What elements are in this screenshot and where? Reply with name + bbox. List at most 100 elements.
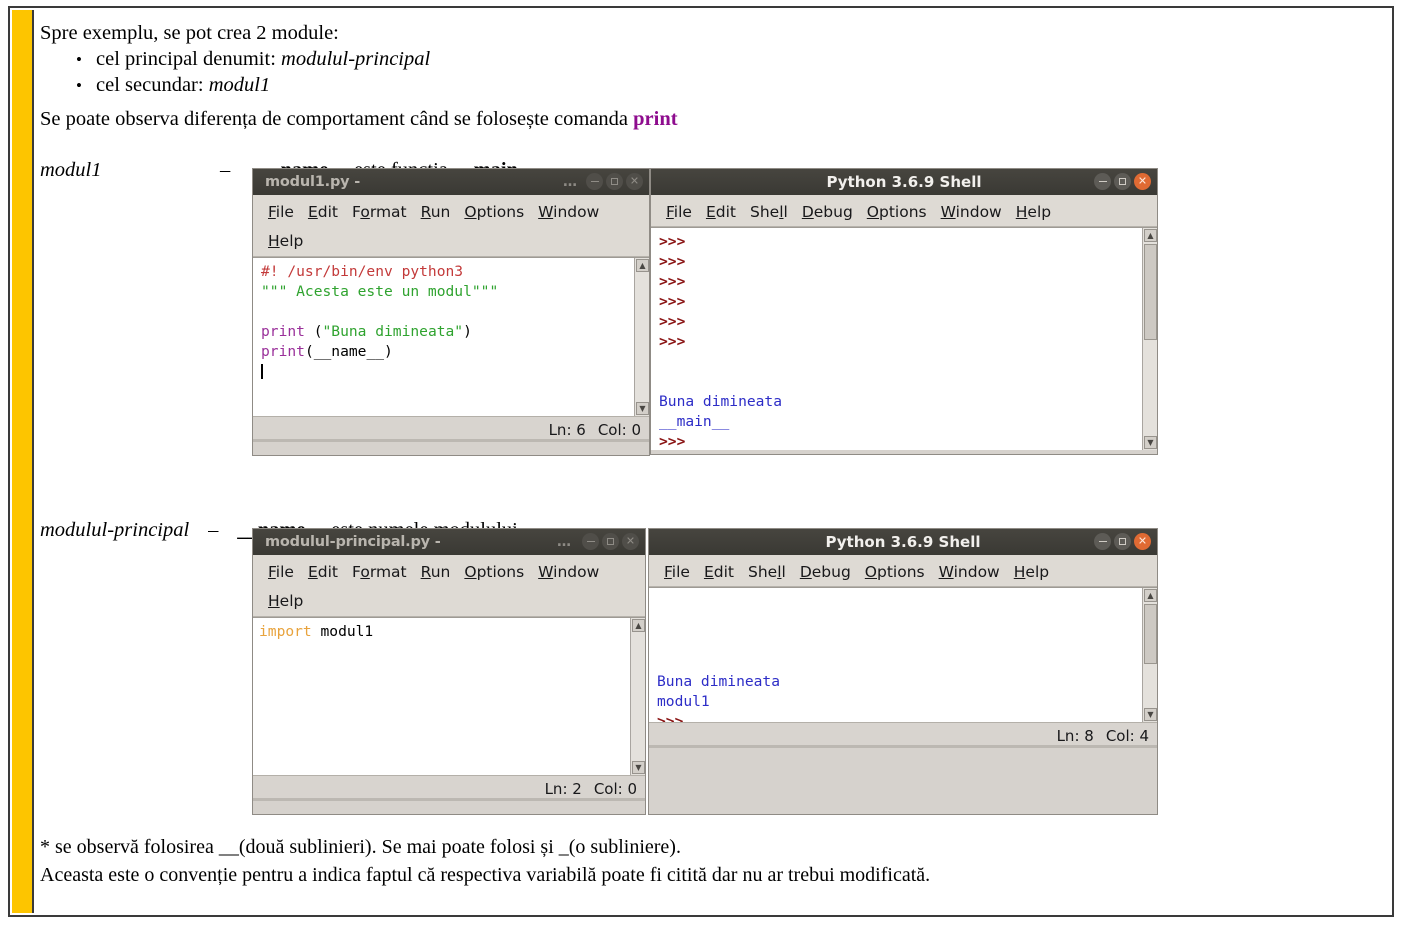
- scroll-thumb[interactable]: [1144, 604, 1157, 664]
- menu-run[interactable]: Run: [414, 203, 458, 221]
- editor1-menubar[interactable]: File Edit Format Run Options Window Help: [253, 195, 649, 257]
- section-2-module-name: modulul-principal: [40, 519, 190, 541]
- shell1-menurow[interactable]: File Edit Shell Debug Options Window Hel…: [651, 198, 1157, 226]
- menu-window[interactable]: Window: [531, 203, 606, 221]
- shell-line: >>>: [659, 273, 686, 290]
- editor2-title: modulul-principal.py -: [265, 534, 441, 550]
- menu-edit[interactable]: Edit: [697, 563, 741, 581]
- minimize-icon[interactable]: [582, 533, 599, 550]
- scroll-up-icon[interactable]: ▲: [1144, 229, 1157, 242]
- menu-help[interactable]: Help: [1007, 563, 1056, 581]
- maximize-icon[interactable]: [602, 533, 619, 550]
- menu-edit[interactable]: Edit: [301, 203, 345, 221]
- scroll-thumb[interactable]: [1144, 244, 1157, 340]
- scroll-down-icon[interactable]: ▼: [636, 402, 649, 415]
- editor1-code-area[interactable]: #! /usr/bin/env python3 """ Acesta este …: [253, 257, 649, 416]
- shell1-vertical-scrollbar[interactable]: ▲ ▼: [1142, 228, 1157, 450]
- editor1-menurow-2[interactable]: Help: [253, 226, 649, 256]
- menu-help[interactable]: Help: [1009, 203, 1058, 221]
- menu-format[interactable]: Format: [345, 203, 414, 221]
- menu-file[interactable]: File: [659, 203, 699, 221]
- menu-file[interactable]: File: [261, 563, 301, 581]
- menu-options[interactable]: Options: [858, 563, 932, 581]
- python-shell-window-2[interactable]: Python 3.6.9 Shell ✕ File Edit Shell Deb…: [648, 528, 1158, 815]
- menu-debug[interactable]: Debug: [793, 563, 858, 581]
- menu-options[interactable]: Options: [457, 563, 531, 581]
- close-icon[interactable]: ✕: [1134, 533, 1151, 550]
- close-icon[interactable]: ✕: [1134, 173, 1151, 190]
- shell2-output-area[interactable]: Buna dimineata modul1 >>> ▲ ▼: [649, 587, 1157, 722]
- editor2-col-indicator: Col: 0: [593, 779, 637, 798]
- shell1-titlebar[interactable]: Python 3.6.9 Shell ✕: [651, 169, 1157, 195]
- shell-line: >>>: [659, 333, 686, 350]
- minimize-icon[interactable]: [1094, 173, 1111, 190]
- editor1-menurow-1[interactable]: File Edit Format Run Options Window: [253, 198, 649, 226]
- menu-debug[interactable]: Debug: [795, 203, 860, 221]
- scroll-down-icon[interactable]: ▼: [1144, 708, 1157, 721]
- shell1-window-controls[interactable]: ✕: [1094, 173, 1151, 190]
- menu-help[interactable]: Help: [261, 232, 310, 250]
- menu-window[interactable]: Window: [934, 203, 1009, 221]
- code-token-module: modul1: [311, 623, 374, 640]
- menu-window[interactable]: Window: [932, 563, 1007, 581]
- editor2-title-ellipsis: …: [557, 534, 571, 550]
- menu-window[interactable]: Window: [531, 563, 606, 581]
- editor2-window-controls[interactable]: ✕: [582, 533, 639, 550]
- menu-file[interactable]: File: [657, 563, 697, 581]
- scroll-up-icon[interactable]: ▲: [1144, 589, 1157, 602]
- menu-shell[interactable]: Shell: [741, 563, 793, 581]
- editor2-code-area[interactable]: import modul1 ▲ ▼: [253, 617, 645, 775]
- shell2-vertical-scrollbar[interactable]: ▲ ▼: [1142, 588, 1157, 722]
- menu-edit[interactable]: Edit: [699, 203, 743, 221]
- shell1-output-area[interactable]: >>> >>> >>> >>> >>> >>> Buna dimineata __main__…: [651, 227, 1157, 450]
- editor2-code: import modul1: [253, 618, 645, 642]
- slide-content: Spre exemplu, se pot crea 2 module: • cel…: [38, 8, 1390, 915]
- shell2-menubar[interactable]: File Edit Shell Debug Options Window Hel…: [649, 555, 1157, 587]
- editor1-vertical-scrollbar[interactable]: ▲ ▼: [634, 258, 649, 416]
- menu-shell[interactable]: Shell: [743, 203, 795, 221]
- shell2-titlebar[interactable]: Python 3.6.9 Shell ✕: [649, 529, 1157, 555]
- editor1-window-controls[interactable]: ✕: [586, 173, 643, 190]
- close-icon[interactable]: ✕: [622, 533, 639, 550]
- editor2-menubar[interactable]: File Edit Format Run Options Window Help: [253, 555, 645, 617]
- shell2-window-controls[interactable]: ✕: [1094, 533, 1151, 550]
- idle-editor-window-modul1[interactable]: modul1.py - … ✕ File Edit Format Run Opt…: [252, 168, 650, 456]
- shell2-menurow[interactable]: File Edit Shell Debug Options Window Hel…: [649, 558, 1157, 586]
- maximize-icon[interactable]: [1114, 173, 1131, 190]
- scroll-down-icon[interactable]: ▼: [632, 761, 645, 774]
- maximize-icon[interactable]: [1114, 533, 1131, 550]
- scroll-up-icon[interactable]: ▲: [636, 259, 649, 272]
- scroll-up-icon[interactable]: ▲: [632, 619, 645, 632]
- shell-line: Buna dimineata: [657, 673, 781, 690]
- editor1-title: modul1.py -: [265, 174, 361, 190]
- minimize-icon[interactable]: [1094, 533, 1111, 550]
- menu-help[interactable]: Help: [261, 592, 310, 610]
- shell1-menubar[interactable]: File Edit Shell Debug Options Window Hel…: [651, 195, 1157, 227]
- idle-editor-window-modulul-principal[interactable]: modulul-principal.py - … ✕ File Edit For…: [252, 528, 646, 815]
- bullet-dot-icon: •: [76, 50, 82, 69]
- python-shell-window-1[interactable]: Python 3.6.9 Shell ✕ File Edit Shell Deb…: [650, 168, 1158, 455]
- menu-edit[interactable]: Edit: [301, 563, 345, 581]
- bullet-text: cel principal denumit:: [96, 48, 282, 70]
- close-icon[interactable]: ✕: [626, 173, 643, 190]
- minimize-icon[interactable]: [586, 173, 603, 190]
- observe-line: Se poate observa diferența de comportame…: [40, 106, 678, 133]
- editor2-vertical-scrollbar[interactable]: ▲ ▼: [630, 618, 645, 775]
- menu-file[interactable]: File: [261, 203, 301, 221]
- menu-options[interactable]: Options: [860, 203, 934, 221]
- menu-run[interactable]: Run: [414, 563, 458, 581]
- editor2-titlebar[interactable]: modulul-principal.py - … ✕: [253, 529, 645, 555]
- editor2-statusbar: Ln: 2 Col: 0: [253, 775, 645, 801]
- editor1-titlebar[interactable]: modul1.py - … ✕: [253, 169, 649, 195]
- list-item: • cel secundar: modul1: [40, 72, 430, 98]
- editor2-menurow-1[interactable]: File Edit Format Run Options Window: [253, 558, 645, 586]
- observe-text: Se poate observa diferența de comportame…: [40, 108, 634, 130]
- menu-format[interactable]: Format: [345, 563, 414, 581]
- menu-options[interactable]: Options: [457, 203, 531, 221]
- scroll-down-icon[interactable]: ▼: [1144, 436, 1157, 449]
- bullet-italic: modul1: [208, 74, 271, 96]
- maximize-icon[interactable]: [606, 173, 623, 190]
- editor2-menurow-2[interactable]: Help: [253, 586, 645, 616]
